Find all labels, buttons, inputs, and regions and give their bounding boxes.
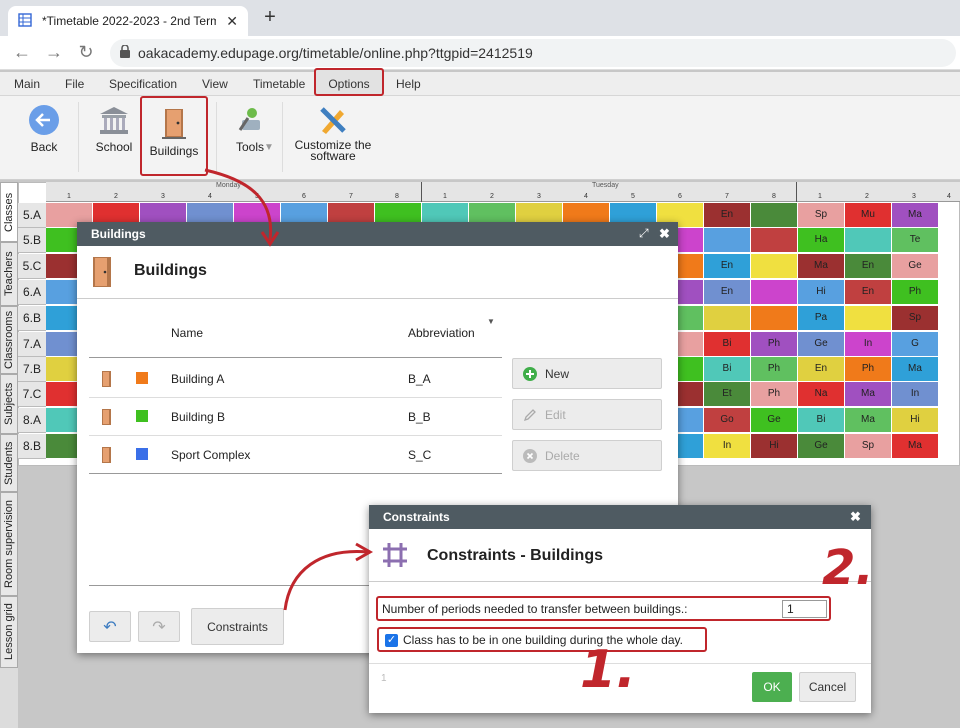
annotation-number-1: 1.	[580, 640, 636, 700]
annotation-arrows	[204, 168, 374, 611]
annotation-number-2: 2.	[822, 540, 874, 596]
